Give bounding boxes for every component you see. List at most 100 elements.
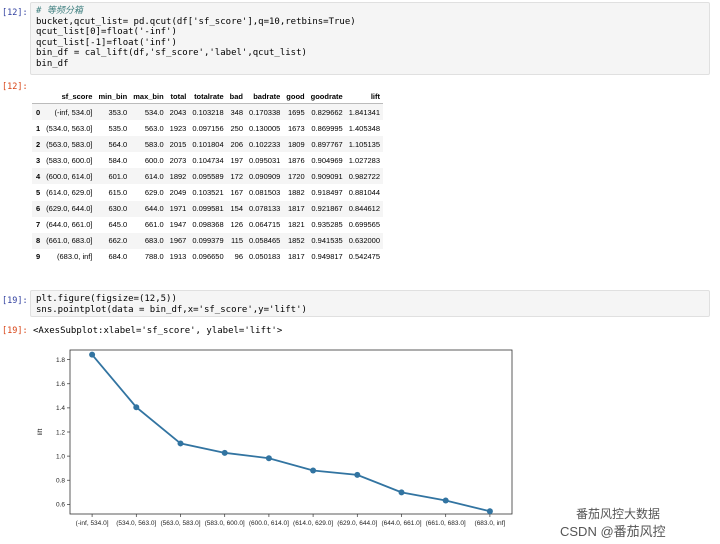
row-index: 9 xyxy=(36,252,41,262)
table-cell: 0.103521 xyxy=(192,188,224,198)
table-row: 9 (683.0, inf] 684.0 788.0 1913 0.096650 96 0.0… xyxy=(32,249,383,265)
table-cell: (534.0, 563.0] xyxy=(46,123,93,133)
column-header: totalrate xyxy=(194,91,224,101)
lift-data-point xyxy=(265,455,272,462)
table-cell: 0.918497 xyxy=(311,188,343,198)
y-tick-label: 0.6 xyxy=(56,502,65,509)
table-cell: 2049 xyxy=(169,188,187,198)
table-cell: 1.841341 xyxy=(348,107,381,117)
table-cell: 1967 xyxy=(169,236,187,246)
code-line: bucket,qcut_list= pd.qcut(df['sf_score']… xyxy=(36,16,356,27)
table-cell: 0.090909 xyxy=(249,171,281,181)
column-header: good xyxy=(286,91,305,101)
y-axis-label: lift xyxy=(37,429,44,436)
table-cell: 0.982722 xyxy=(348,171,381,181)
lift-data-point xyxy=(310,467,317,474)
column-header: sf_score xyxy=(61,91,93,101)
row-index: 2 xyxy=(36,139,41,149)
code-editor-12[interactable]: # 等频分箱 bucket,qcut_list= pd.qcut(df['sf_… xyxy=(30,2,710,75)
table-cell: 1.027283 xyxy=(348,155,381,165)
table-cell: 535.0 xyxy=(108,123,128,133)
table-cell: 197 xyxy=(230,155,243,165)
cell-12-out-prompt: [12]: xyxy=(2,82,28,92)
table-cell: 0.949817 xyxy=(311,252,343,262)
table-cell: 1720 xyxy=(287,171,305,181)
table-cell: 0.064715 xyxy=(249,220,281,230)
table-cell: (629.0, 644.0] xyxy=(46,204,93,214)
row-index: 0 xyxy=(36,107,41,117)
table-cell: 2043 xyxy=(169,107,187,117)
table-cell: 0.078133 xyxy=(249,204,281,214)
column-header: goodrate xyxy=(310,91,343,101)
table-row: 2 (563.0, 583.0] 564.0 583.0 2015 0.101804 206… xyxy=(32,136,384,153)
watermark-line-1: 番茄风控大数据 xyxy=(576,507,661,521)
code-editor-19[interactable]: plt.figure(figsize=(12,5)) sns.pointplot… xyxy=(30,290,710,317)
lift-data-point xyxy=(398,489,405,496)
table-cell: 0.095031 xyxy=(249,155,281,165)
y-tick-label: 1.0 xyxy=(56,453,65,460)
table-cell: 1913 xyxy=(169,252,187,262)
table-cell: 1821 xyxy=(287,220,305,230)
table-cell: 0.050183 xyxy=(249,252,281,262)
code-line: qcut_list[0]=float('-inf') xyxy=(36,27,177,38)
table-row: 5 (614.0, 629.0] 615.0 629.0 2049 0.103521 167… xyxy=(32,184,383,200)
column-header: lift xyxy=(370,91,381,101)
column-header: badrate xyxy=(253,91,281,101)
table-cell: 0.095589 xyxy=(192,171,224,181)
table-cell: 1695 xyxy=(287,107,305,117)
table-cell: 115 xyxy=(231,236,243,246)
table-row: 4 (600.0, 614.0] 601.0 614.0 1892 0.095589 172… xyxy=(32,168,384,185)
table-cell: 0.102233 xyxy=(249,139,281,149)
table-cell: 0.170338 xyxy=(249,107,281,117)
table-cell: 0.104734 xyxy=(192,155,224,165)
table-cell: 167 xyxy=(230,188,243,198)
code-line: qcut_list[-1]=float('inf') xyxy=(36,37,177,48)
y-tick-label: 1.8 xyxy=(56,357,65,364)
x-tick-label: (-inf, 534.0] xyxy=(76,520,109,527)
row-index: 7 xyxy=(36,220,41,230)
table-cell: 788.0 xyxy=(144,252,164,262)
table-cell: 583.0 xyxy=(144,139,164,149)
lift-data-point xyxy=(221,449,228,456)
lift-data-point xyxy=(354,471,361,478)
table-cell: 0.921867 xyxy=(311,204,343,214)
plot-frame xyxy=(69,349,513,515)
x-tick-label: (629.0, 644.0] xyxy=(337,520,377,527)
lift-data-point xyxy=(177,440,184,447)
table-cell: 1673 xyxy=(287,123,305,133)
x-tick-label: (644.0, 661.0] xyxy=(381,520,421,527)
table-row: 3 (583.0, 600.0] 584.0 600.0 2073 0.104734 197… xyxy=(32,152,383,168)
code-line: plt.figure(figsize=(12,5)) xyxy=(36,294,177,304)
table-cell: 0.096650 xyxy=(192,252,224,262)
table-cell: (583.0, 600.0] xyxy=(46,155,93,165)
table-cell: 353.0 xyxy=(108,107,128,117)
table-cell: 0.099379 xyxy=(192,236,224,246)
table-cell: 1876 xyxy=(287,155,305,165)
table-cell: 645.0 xyxy=(108,220,128,230)
table-cell: 0.909091 xyxy=(311,171,343,181)
table-cell: 615.0 xyxy=(108,188,128,198)
table-cell: 126 xyxy=(230,220,243,230)
table-cell: 563.0 xyxy=(144,123,164,133)
table-cell: 0.097156 xyxy=(192,123,224,133)
table-cell: 0.904969 xyxy=(311,155,343,165)
table-cell: 1882 xyxy=(287,188,305,198)
table-cell: 600.0 xyxy=(144,155,164,165)
code-line: # 等频分箱 xyxy=(36,6,83,16)
table-cell: 1852 xyxy=(287,236,305,246)
cell-19-out-prompt: [19]: xyxy=(2,326,28,336)
x-tick-label: (534.0, 563.0] xyxy=(116,520,156,527)
table-cell: 1923 xyxy=(169,123,187,133)
y-tick-label: 1.2 xyxy=(56,429,65,436)
table-cell: 0.844612 xyxy=(348,204,381,214)
table-cell: 250 xyxy=(230,123,243,133)
table-cell: 0.103218 xyxy=(192,107,224,117)
x-tick-label: (683.0, inf] xyxy=(475,520,506,527)
table-cell: 206 xyxy=(230,139,243,149)
cell-19-in-prompt: [19]: xyxy=(2,296,28,306)
table-cell: 1.105135 xyxy=(348,139,381,149)
table-row: 0 (-inf, 534.0] 353.0 534.0 2043 0.103218 348 0… xyxy=(32,103,384,121)
watermark-line-2: CSDN @番茄风控 xyxy=(560,524,666,539)
table-cell: 629.0 xyxy=(144,188,164,198)
y-tick-label: 1.4 xyxy=(56,405,65,412)
